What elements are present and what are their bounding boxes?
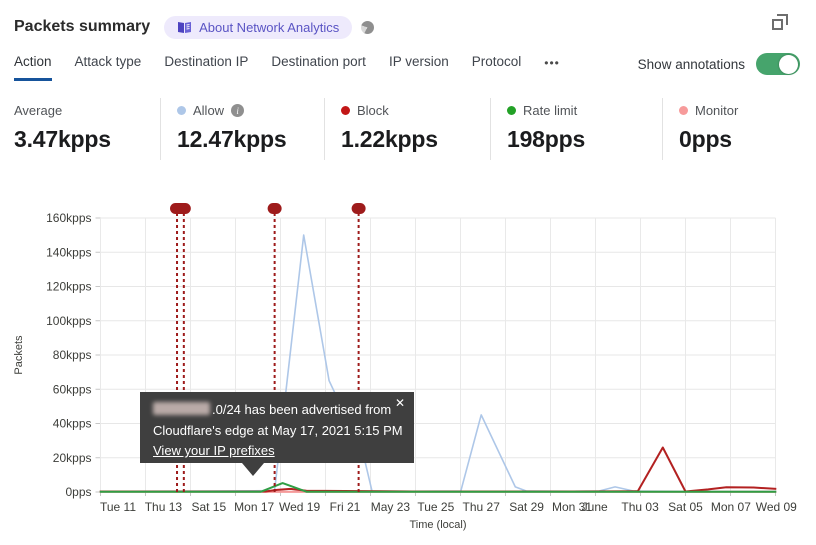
tab-attack-type[interactable]: Attack type [75, 54, 142, 81]
stat-value: 198pps [507, 126, 586, 152]
y-tick-label: 120kpps [46, 280, 91, 294]
x-tick-label: Thu 27 [463, 500, 501, 514]
y-tick-label: 20kpps [53, 451, 92, 465]
tooltip-line2: Cloudflare's edge at May 17, 2021 5:15 P… [153, 422, 403, 438]
x-tick-label: Wed 09 [756, 500, 797, 514]
y-axis-title: Packets [13, 335, 25, 375]
x-tick-label: Sat 15 [191, 500, 226, 514]
view-ip-prefixes-link[interactable]: View your IP prefixes [153, 443, 275, 458]
x-tick-label: Thu 03 [621, 500, 659, 514]
x-tick-label: Thu 13 [145, 500, 183, 514]
stat-value: 1.22kpps [341, 126, 438, 152]
y-tick-label: 40kpps [53, 417, 92, 431]
book-icon [178, 21, 192, 33]
x-tick-label: Sat 05 [668, 500, 703, 514]
stat-rate-limit: Rate limit 198pps [490, 98, 662, 160]
annotation-marker-dot[interactable] [351, 203, 366, 214]
allow-legend-dot [177, 106, 186, 115]
block-legend-dot [341, 106, 350, 115]
stat-value: 3.47kpps [14, 126, 111, 152]
tabs-more-ellipsis-icon[interactable]: ••• [544, 56, 560, 79]
x-tick-label: June [582, 500, 608, 514]
progress-circle-icon[interactable] [361, 20, 375, 34]
tooltip-close-icon[interactable]: ✕ [395, 396, 405, 410]
redacted-ip-prefix [153, 402, 210, 415]
annotation-marker-dot[interactable] [170, 203, 191, 214]
tab-ip-version[interactable]: IP version [389, 54, 449, 81]
stat-block: Block 1.22kpps [324, 98, 490, 160]
annotation-marker-dot[interactable] [267, 203, 282, 214]
y-tick-label: 80kpps [53, 348, 92, 362]
stat-monitor: Monitor 0pps [662, 98, 816, 160]
x-tick-label: Fri 21 [330, 500, 361, 514]
header: Packets summary About Network Analytics [14, 12, 800, 42]
tooltip-caret [242, 463, 264, 476]
stat-value: 12.47kpps [177, 126, 287, 152]
show-annotations-toggle[interactable] [756, 53, 800, 75]
stat-average: Average 3.47kpps [0, 98, 160, 160]
stat-value: 0pps [679, 126, 732, 152]
y-tick-label: 140kpps [46, 245, 91, 259]
x-tick-label: Tue 25 [417, 500, 454, 514]
stat-allow: Allow i 12.47kpps [160, 98, 324, 160]
y-tick-label: 100kpps [46, 314, 91, 328]
stat-label: Monitor [695, 103, 739, 118]
x-axis-title: Time (local) [409, 519, 466, 531]
y-tick-label: 60kpps [53, 382, 92, 396]
show-annotations-label: Show annotations [637, 56, 745, 72]
x-tick-label: Wed 19 [279, 500, 320, 514]
toggle-knob [779, 54, 798, 74]
about-network-analytics-badge[interactable]: About Network Analytics [164, 15, 353, 39]
y-tick-label: 160kpps [46, 211, 91, 225]
tab-destination-port[interactable]: Destination port [271, 54, 366, 81]
tab-destination-ip[interactable]: Destination IP [164, 54, 248, 81]
tabs-bar: Action Attack type Destination IP Destin… [14, 53, 800, 81]
annotation-tooltip: .0/24 has been advertised from Cloudflar… [140, 392, 414, 476]
tooltip-line1-text: .0/24 has been advertised from [212, 402, 392, 417]
monitor-legend-dot [679, 106, 688, 115]
x-tick-label: Tue 11 [100, 500, 136, 514]
x-tick-label: May 23 [371, 500, 411, 514]
stat-label: Block [357, 103, 389, 118]
rate-limit-legend-dot [507, 106, 516, 115]
y-tick-label: 0pps [65, 485, 91, 499]
open-window-icon[interactable] [772, 14, 788, 30]
info-icon[interactable]: i [231, 104, 245, 117]
stat-label: Average [14, 103, 63, 118]
x-tick-label: Mon 07 [711, 500, 751, 514]
window-front-square [772, 19, 783, 30]
packets-chart: 0pps 20kpps 40kpps 60kpps 80kpps 100kpps 120kp… [0, 195, 816, 545]
tooltip-line1: .0/24 has been advertised from [153, 400, 402, 421]
tab-protocol[interactable]: Protocol [472, 54, 522, 81]
tab-action[interactable]: Action [14, 54, 52, 81]
page-title: Packets summary [14, 18, 151, 35]
stat-label: Rate limit [523, 103, 578, 118]
stats-row: Average 3.47kpps Allow i 12.47kpps Block… [0, 98, 816, 160]
stat-label: Allow [193, 103, 225, 118]
chart-canvas: 0pps 20kpps 40kpps 60kpps 80kpps 100kpps 120kp… [13, 203, 797, 531]
show-annotations-control: Show annotations [638, 53, 800, 81]
x-tick-label: Sat 29 [509, 500, 544, 514]
x-tick-label: Mon 17 [234, 500, 274, 514]
badge-label: About Network Analytics [199, 19, 340, 35]
packets-summary-panel: Packets summary About Network Analytics … [0, 0, 816, 545]
